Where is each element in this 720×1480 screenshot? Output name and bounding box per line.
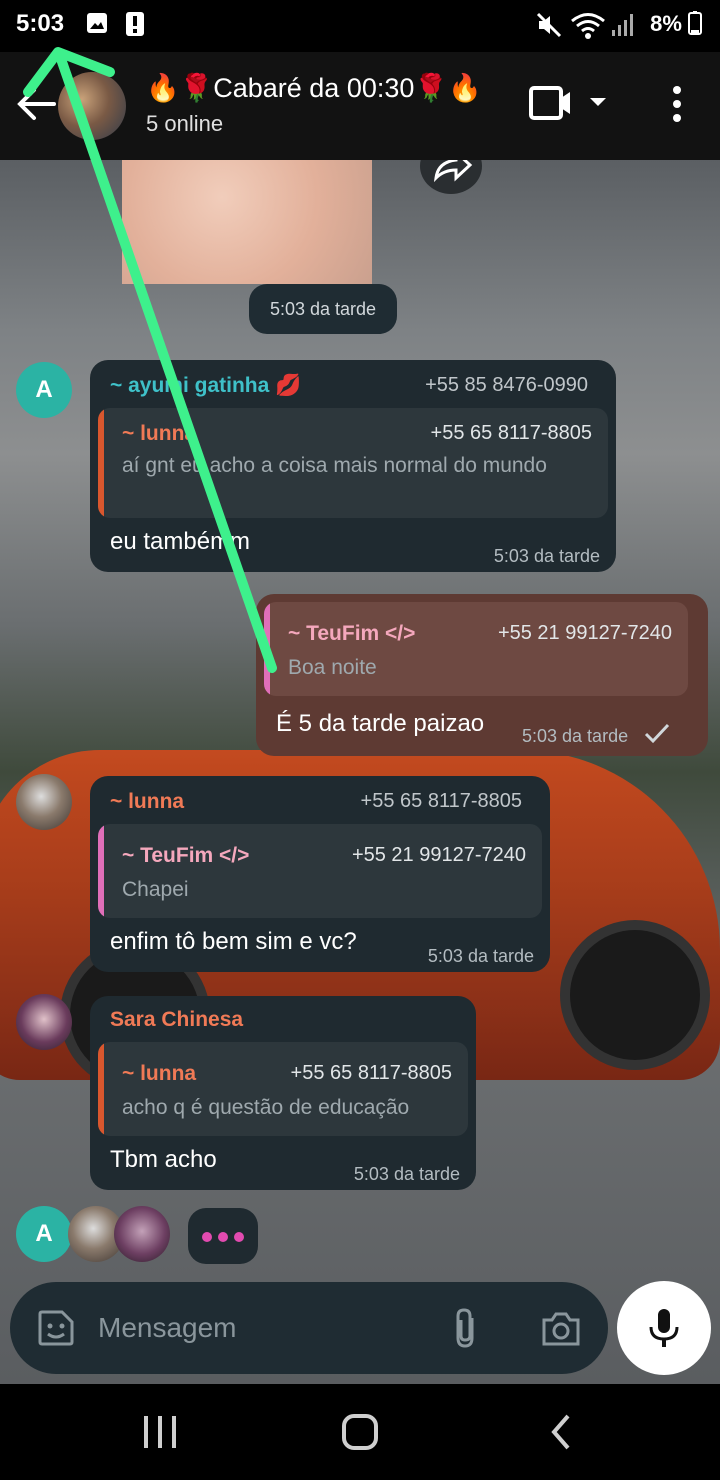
image-notification-icon <box>87 13 107 33</box>
wifi-icon <box>571 13 605 39</box>
typing-avatar[interactable]: A <box>16 1206 72 1262</box>
message-text: enfim tô bem sim e vc? <box>110 928 357 955</box>
quote-phone: +55 21 99127-7240 <box>351 844 526 866</box>
quote-text: Chapei <box>122 878 189 901</box>
avatar[interactable]: A <box>16 362 72 418</box>
message-text: É 5 da tarde paizao <box>276 710 485 737</box>
group-avatar[interactable] <box>58 72 126 140</box>
signal-icon <box>612 14 633 36</box>
sticker-icon[interactable] <box>36 1308 76 1348</box>
chat-header: 🔥🌹Cabaré da 00:30🌹🔥 5 online <box>0 52 720 160</box>
quoted-message[interactable]: ~ lunna +55 65 8117-8805 acho q é questã… <box>98 1042 468 1136</box>
quote-text: aí gnt eu acho a coisa mais normal do mu… <box>122 454 547 477</box>
message-time: 5:03 da tarde <box>353 1164 460 1184</box>
quote-author: ~ lunna <box>122 1062 197 1085</box>
sender-name[interactable]: Sara Chinesa <box>110 1008 243 1032</box>
status-bar: 5:03 8% <box>0 0 720 52</box>
avatar[interactable] <box>16 774 72 830</box>
camera-icon[interactable] <box>540 1308 582 1348</box>
quote-phone: +55 65 8117-8805 <box>290 1062 452 1084</box>
message-bubble[interactable]: Sara Chinesa ~ lunna +55 65 8117-8805 ac… <box>90 996 476 1190</box>
quote-author: ~ TeuFim </> <box>288 622 416 645</box>
message-text: eu tambémm <box>110 528 251 555</box>
battery-icon <box>688 11 702 35</box>
avatar[interactable] <box>16 994 72 1050</box>
forward-icon <box>433 160 473 183</box>
microphone-button[interactable] <box>617 1281 711 1375</box>
message-input[interactable] <box>98 1304 428 1352</box>
quoted-message[interactable]: ~ TeuFim </> +55 21 99127-7240 Chapei <box>98 824 542 918</box>
online-count: 5 online <box>146 111 224 136</box>
typing-avatar[interactable] <box>114 1206 170 1262</box>
video-call-icon <box>529 86 606 120</box>
message-bubble-outgoing[interactable]: ~ TeuFim </> +55 21 99127-7240 Boa noite… <box>256 594 708 756</box>
recent-apps-icon[interactable] <box>140 1412 180 1452</box>
quoted-message[interactable]: ~ TeuFim </> +55 21 99127-7240 Boa noite <box>264 602 688 696</box>
message-bubble[interactable]: ~ lunna +55 65 8117-8805 ~ TeuFim </> +5… <box>90 776 550 972</box>
quoted-message[interactable]: ~ lunna +55 65 8117-8805 aí gnt eu acho … <box>98 408 608 518</box>
message-time: 5:03 da tarde <box>427 946 534 966</box>
sender-name[interactable]: ~ lunna <box>110 790 184 814</box>
battery-level: 8% <box>650 11 702 37</box>
sender-name[interactable]: ~ ayumi gatinha 💋 <box>110 374 301 398</box>
paperclip-icon[interactable] <box>450 1306 480 1350</box>
message-time: 5:03 da tarde <box>522 726 629 746</box>
system-nav-bar <box>0 1384 720 1480</box>
quote-bar <box>98 408 104 518</box>
status-time: 5:03 <box>16 10 65 37</box>
quote-text: acho q é questão de educação <box>122 1096 410 1119</box>
home-icon[interactable] <box>340 1412 380 1452</box>
quote-text: Boa noite <box>288 656 377 679</box>
message-text: Tbm acho <box>110 1146 217 1173</box>
image-message-photo[interactable] <box>122 160 372 284</box>
quote-phone: +55 65 8117-8805 <box>430 422 592 444</box>
microphone-icon <box>649 1309 679 1347</box>
sender-phone: +55 65 8117-8805 <box>360 790 522 812</box>
check-icon <box>644 723 670 744</box>
quote-author: ~ lunna <box>122 422 197 445</box>
message-composer <box>10 1282 608 1374</box>
chat-area[interactable]: 5:03 da tarde A ~ ayumi gatinha 💋 +55 85… <box>0 160 720 1384</box>
sender-phone: +55 85 8476-0990 <box>425 374 588 396</box>
alert-notification-icon <box>126 12 144 36</box>
quote-bar <box>98 824 104 918</box>
back-icon[interactable] <box>542 1412 582 1452</box>
chevron-down-icon <box>590 98 606 106</box>
video-call-button[interactable] <box>528 84 614 124</box>
forward-button[interactable] <box>420 160 482 194</box>
quote-bar <box>98 1042 104 1136</box>
message-time: 5:03 da tarde <box>493 546 600 566</box>
more-vert-icon[interactable] <box>660 82 694 126</box>
mute-icon <box>536 12 562 38</box>
quote-phone: +55 21 99127-7240 <box>497 622 672 644</box>
message-bubble[interactable]: ~ ayumi gatinha 💋 +55 85 8476-0990 ~ lun… <box>90 360 616 572</box>
timestamp-pill: 5:03 da tarde <box>249 284 397 334</box>
typing-indicator <box>188 1208 258 1264</box>
quote-author: ~ TeuFim </> <box>122 844 250 867</box>
wallpaper-wheel <box>560 920 710 1070</box>
back-arrow-icon[interactable] <box>14 82 58 126</box>
quote-bar <box>264 602 270 696</box>
group-title[interactable]: 🔥🌹Cabaré da 00:30🌹🔥 <box>146 72 482 104</box>
